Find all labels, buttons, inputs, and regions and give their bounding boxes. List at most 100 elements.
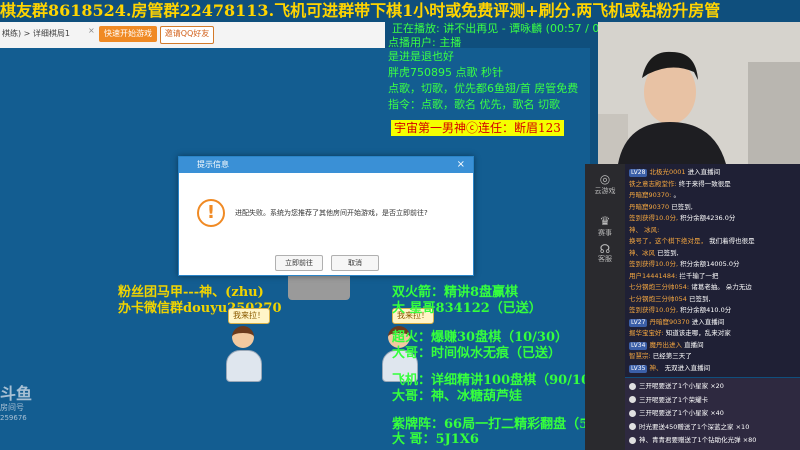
sidebar-item-events[interactable]: 赛事	[585, 228, 625, 238]
chat-text: 。	[673, 191, 680, 199]
requester-line: 点播用户: 主播	[388, 36, 462, 49]
chat-username[interactable]: 神、	[650, 364, 663, 372]
cloud-game-icon[interactable]: ◎	[585, 172, 625, 186]
sidebar-item-support[interactable]: 客服	[585, 254, 625, 264]
dialog-header: 提示信息 ×	[179, 157, 473, 173]
user-avatar-icon	[629, 436, 636, 444]
player-left-bubble: 我来拉！	[228, 308, 270, 324]
douyu-logo: 斗鱼 房间号 259676	[0, 385, 36, 450]
chat-username[interactable]: 神、 冰风:	[629, 226, 659, 234]
breadcrumb: 棋练) > 详细棋局1	[2, 29, 70, 38]
user-avatar-icon	[629, 382, 636, 390]
streamer-webcam	[598, 22, 800, 164]
chat-message: 神、冰风 已签到,	[629, 249, 799, 257]
quick-start-button[interactable]: 快速开始游戏	[99, 26, 157, 42]
chat-message: 签到获得10.0分, 积分余额4236.0分	[629, 214, 799, 222]
user-avatar-icon	[629, 396, 636, 403]
chat-text: 进入直播间	[687, 168, 721, 176]
chat-message: 七分钢炮三分帅054: 诸葛老抽。 朵力无边	[629, 283, 799, 291]
cancel-button[interactable]: 取消	[331, 255, 379, 271]
chat-text: 已签到,	[671, 202, 693, 211]
chat-username[interactable]: 铁之意志殿堂作:	[629, 180, 677, 188]
user-avatar-icon	[629, 409, 636, 417]
title-badge: 宇宙第一男神ⓒ连任：断眉123	[391, 120, 564, 136]
level-badge: LV34	[629, 341, 648, 350]
dialog-close-icon[interactable]: ×	[457, 157, 465, 173]
chat-message: LV28 北极光0001 进入直播间	[629, 168, 799, 177]
sidebar-item-cloud-game[interactable]: 云游戏	[585, 186, 625, 196]
chat-username[interactable]: 七分钢炮三分帅054:	[629, 283, 689, 291]
chat-username[interactable]: 用户14441484:	[629, 272, 677, 280]
chat-username[interactable]: 神、冰风	[629, 249, 655, 257]
dialog-message: 进配失败。系统为您推荐了其他房间开始游戏，是否立即前往?	[235, 209, 428, 217]
gift-text: 三开呢要送了1个荣耀卡	[639, 395, 709, 404]
chat-username[interactable]: 掘华宝宝好:	[629, 329, 664, 337]
chat-text: 已经第三天了	[652, 352, 692, 360]
room-label: 房间号	[0, 403, 24, 412]
level-badge: LV35	[629, 364, 648, 373]
player-left-avatar[interactable]	[222, 326, 266, 384]
chat-username[interactable]: 智慧宗:	[629, 352, 651, 360]
chat-text: 直播间	[684, 340, 704, 349]
chat-text: 无双进入直播间	[664, 363, 711, 372]
gift-text: 神、青青君要赠送了1个钻助化光弹 ×80	[639, 436, 757, 444]
chat-message: LV35 神、 无双进入直播间	[629, 364, 799, 373]
task-line: 飞机：详细精讲100盘棋（90/100）	[392, 373, 613, 388]
chat-text: 积分余额4236.0分	[680, 214, 736, 222]
invite-qq-friends-button[interactable]: 邀请QQ好友	[160, 26, 214, 44]
chat-username[interactable]: 签到获得10.0分,	[629, 306, 678, 314]
chat-text: 积分余额410.0分	[680, 306, 732, 314]
chat-username[interactable]: 签到获得10.0分,	[629, 260, 678, 268]
song-commands-line: 指令：点歌，歌名 优先，歌名 切歌	[388, 98, 560, 111]
chat-username[interactable]: 丹暗窟90370	[629, 203, 669, 211]
fan-club-line: 粉丝团马甲---神、(zhu)	[118, 285, 264, 300]
chat-username[interactable]: 签到获得10.0分,	[629, 214, 678, 222]
chat-message: 掘华宝宝好: 知道该走哪，乱来对家	[629, 329, 799, 337]
gift-row: 三开呢要送了1个荣耀卡	[629, 396, 708, 404]
chat-text: 已签到,	[689, 294, 711, 303]
trophy-icon[interactable]: ♛	[585, 214, 625, 228]
chat-message: 铁之意志殿堂作: 终于来得一致很是	[629, 180, 799, 188]
warning-icon: !	[197, 199, 225, 227]
logo-text: 斗鱼	[0, 384, 33, 403]
gift-text: 时光要送450赠送了1个深蓝之家 ×10	[639, 422, 750, 431]
task-line: 双火箭：精讲8盘赢棋	[392, 285, 519, 300]
chat-text: 进入直播间	[691, 317, 725, 326]
chat-text: 终于来得一致很是	[678, 179, 731, 188]
chat-list: LV28 北极光0001 进入直播间 铁之意志殿堂作: 终于来得一致很是 丹暗窟90…	[625, 164, 800, 377]
chat-username[interactable]: 魔丹出进入	[650, 341, 683, 349]
now-playing-line: 正在播放: 讲不出再见 - 谭咏麟 (00:57 / 04:52)	[392, 22, 629, 35]
chat-username[interactable]: 丹暗窟90370	[650, 318, 690, 326]
task-line: 大 星哥834122（已送）	[392, 301, 542, 316]
song-rules-line: 点歌，切歌，优先都6鱼翅/首 房管免费	[388, 82, 579, 95]
chat-username[interactable]: 北极光0001	[650, 168, 686, 176]
chat-message: LV27 丹暗窟90370 进入直播间	[629, 318, 799, 327]
chat-text: 拦千输了一把	[679, 271, 719, 280]
chat-text: 我们着得也很是	[709, 237, 755, 245]
chat-message: 换号了，这个棋下绝对是， 我们着得也很是	[629, 237, 799, 245]
chat-username[interactable]: 丹暗窟90370:	[629, 191, 671, 199]
go-now-button[interactable]: 立即前往	[275, 255, 323, 271]
user-avatar-icon	[629, 423, 636, 430]
close-tab-icon[interactable]: ×	[88, 27, 95, 35]
chat-message: 用户14441484: 拦千输了一把	[629, 272, 799, 280]
chat-message: 丹暗窟90370 已签到,	[629, 203, 799, 211]
info-dialog: 提示信息 × ! 进配失败。系统为您推荐了其他房间开始游戏，是否立即前往? 立即…	[178, 156, 474, 276]
chat-message: 签到获得10.0分, 积分余额410.0分	[629, 306, 799, 314]
chat-message: LV34 魔丹出进入 直播间	[629, 341, 799, 350]
chat-username[interactable]: 换号了，这个棋下绝对是，	[629, 237, 707, 245]
chat-text: 诸葛老抽。 朵力无边	[691, 283, 752, 291]
chat-message: 丹暗窟90370: 。	[629, 191, 799, 199]
gift-row: 神、青青君要赠送了1个钻助化光弹 ×80	[629, 436, 756, 444]
lyric-line: 是进是退也好	[388, 50, 454, 63]
song-request-line: 胖虎750895 点歌 秒针	[388, 66, 503, 79]
gift-text: 三开呢要送了1个小星家 ×20	[639, 382, 724, 390]
client-toolbar: 棋练) > 详细棋局1 × 快速开始游戏 邀请QQ好友	[0, 22, 385, 49]
dialog-title: 提示信息	[197, 160, 229, 169]
chat-username[interactable]: 七分钢炮三分帅054	[629, 295, 687, 303]
task-line: 大哥：神、冰糖葫芦娃	[392, 389, 523, 404]
gift-feed: 三开呢要送了1个小星家 ×20 三开呢要送了1个荣耀卡 三开呢要送了1个小星家 ×4…	[625, 378, 800, 450]
chat-text: 已签到,	[657, 248, 679, 257]
chat-text: 知道该走哪，乱来对家	[665, 329, 731, 337]
gift-row: 时光要送450赠送了1个深蓝之家 ×10	[629, 423, 749, 431]
